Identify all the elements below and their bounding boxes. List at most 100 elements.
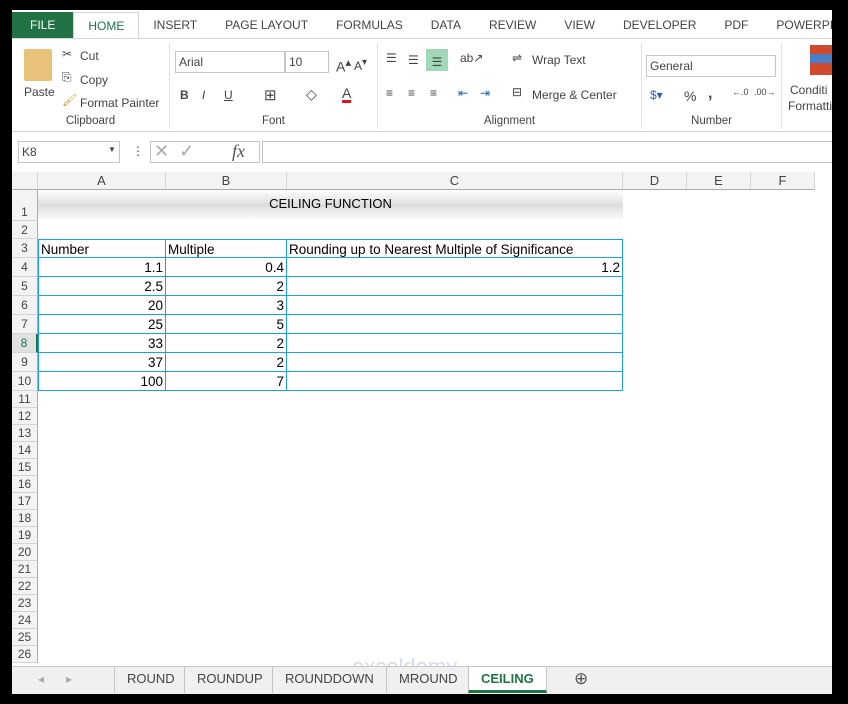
cancel-icon[interactable]: ✕ bbox=[154, 141, 169, 161]
column-header-f[interactable]: F bbox=[751, 172, 815, 190]
tab-review[interactable]: REVIEW bbox=[475, 12, 550, 39]
cut-button[interactable]: Cut bbox=[80, 49, 99, 63]
conditional-formatting-button[interactable]: Conditi bbox=[790, 83, 827, 97]
comma-button[interactable]: , bbox=[708, 85, 712, 103]
merge-center-button[interactable]: Merge & Center bbox=[532, 88, 617, 102]
tab-home[interactable]: HOME bbox=[73, 12, 140, 39]
borders-icon[interactable]: ⊞ bbox=[264, 86, 277, 104]
tab-page-layout[interactable]: PAGE LAYOUT bbox=[211, 12, 322, 39]
middle-align-icon[interactable]: ☰ bbox=[408, 53, 419, 67]
row-header-20[interactable]: 20 bbox=[12, 544, 38, 561]
row-header-21[interactable]: 21 bbox=[12, 561, 38, 578]
row-header-5[interactable]: 5 bbox=[12, 277, 38, 296]
increase-font-icon[interactable]: A▴ bbox=[336, 55, 351, 75]
increase-decimal-icon[interactable]: ←.0 bbox=[732, 87, 749, 97]
font-color-icon[interactable]: A bbox=[342, 86, 352, 103]
data-cell[interactable] bbox=[287, 315, 623, 334]
row-header-8[interactable]: 8 bbox=[12, 334, 38, 353]
name-box-dropdown-icon[interactable]: ▼ bbox=[108, 145, 116, 154]
select-all-button[interactable] bbox=[12, 172, 38, 190]
top-align-icon[interactable]: ☰ bbox=[386, 51, 397, 65]
row-header-2[interactable]: 2 bbox=[12, 221, 38, 239]
enter-icon[interactable]: ✓ bbox=[179, 141, 194, 161]
data-cell[interactable]: 100 bbox=[38, 372, 166, 391]
paste-button[interactable]: Paste bbox=[24, 85, 55, 99]
row-header-26[interactable]: 26 bbox=[12, 646, 38, 663]
conditional-formatting-button-line2[interactable]: Formatti bbox=[788, 99, 832, 113]
row-header-7[interactable]: 7 bbox=[12, 315, 38, 334]
tab-powerpivot[interactable]: POWERPIVOT bbox=[762, 12, 832, 39]
header-cell[interactable]: Rounding up to Nearest Multiple of Signi… bbox=[287, 239, 623, 258]
underline-button[interactable]: U bbox=[224, 88, 233, 102]
row-header-15[interactable]: 15 bbox=[12, 459, 38, 476]
row-header-25[interactable]: 25 bbox=[12, 629, 38, 646]
sheet-tab-roundup[interactable]: ROUNDUP bbox=[184, 667, 275, 693]
row-header-23[interactable]: 23 bbox=[12, 595, 38, 612]
fill-color-icon[interactable]: ◇ bbox=[306, 86, 317, 103]
align-right-icon[interactable]: ≡ bbox=[430, 86, 437, 100]
new-sheet-icon[interactable]: ⊕ bbox=[574, 669, 588, 689]
decrease-decimal-icon[interactable]: .00→ bbox=[754, 87, 776, 97]
tab-formulas[interactable]: FORMULAS bbox=[322, 12, 417, 39]
format-painter-button[interactable]: Format Painter bbox=[80, 96, 159, 110]
decrease-font-icon[interactable]: A▾ bbox=[354, 57, 367, 73]
row-header-14[interactable]: 14 bbox=[12, 442, 38, 459]
sheet-tab-mround[interactable]: MROUND bbox=[386, 667, 470, 693]
data-cell[interactable] bbox=[287, 334, 623, 353]
font-name-select[interactable]: Arial bbox=[175, 51, 285, 73]
increase-indent-icon[interactable]: ⇥ bbox=[480, 86, 490, 100]
number-format-select[interactable]: General bbox=[646, 55, 776, 77]
row-header-1[interactable]: 1 bbox=[12, 190, 38, 221]
insert-function-button[interactable]: fx bbox=[232, 141, 245, 162]
formula-input[interactable] bbox=[262, 141, 832, 163]
data-cell[interactable]: 33 bbox=[38, 334, 166, 353]
tab-view[interactable]: VIEW bbox=[550, 12, 609, 39]
row-header-19[interactable]: 19 bbox=[12, 527, 38, 544]
sheet-tab-ceiling[interactable]: CEILING bbox=[468, 667, 547, 693]
data-cell[interactable] bbox=[287, 277, 623, 296]
paste-icon[interactable] bbox=[24, 49, 52, 81]
data-cell[interactable]: 2 bbox=[166, 334, 287, 353]
data-cell[interactable]: 7 bbox=[166, 372, 287, 391]
sheet-tab-round[interactable]: ROUND bbox=[114, 667, 187, 693]
scroll-right-icon[interactable]: ▸ bbox=[66, 672, 72, 686]
align-left-icon[interactable]: ≡ bbox=[386, 86, 393, 100]
tab-developer[interactable]: DEVELOPER bbox=[609, 12, 710, 39]
title-cell[interactable]: CEILING FUNCTION bbox=[38, 190, 623, 221]
bottom-align-icon[interactable]: ☰ bbox=[426, 49, 448, 71]
data-cell[interactable]: 2 bbox=[166, 277, 287, 296]
column-header-c[interactable]: C bbox=[287, 172, 623, 190]
row-header-18[interactable]: 18 bbox=[12, 510, 38, 527]
sheet-tab-rounddown[interactable]: ROUNDDOWN bbox=[272, 667, 386, 693]
column-header-e[interactable]: E bbox=[687, 172, 751, 190]
row-header-24[interactable]: 24 bbox=[12, 612, 38, 629]
scroll-left-icon[interactable]: ◂ bbox=[38, 672, 44, 686]
row-header-3[interactable]: 3 bbox=[12, 239, 38, 258]
percent-button[interactable]: % bbox=[684, 88, 696, 104]
data-cell[interactable] bbox=[287, 372, 623, 391]
bold-button[interactable]: B bbox=[180, 88, 189, 102]
data-cell[interactable]: 1.2 bbox=[287, 258, 623, 277]
name-box[interactable]: K8 bbox=[18, 141, 120, 163]
tab-insert[interactable]: INSERT bbox=[139, 12, 211, 39]
row-header-10[interactable]: 10 bbox=[12, 372, 38, 391]
data-cell[interactable]: 2.5 bbox=[38, 277, 166, 296]
column-header-a[interactable]: A bbox=[38, 172, 166, 190]
data-cell[interactable] bbox=[287, 296, 623, 315]
copy-button[interactable]: Copy bbox=[80, 73, 108, 87]
italic-button[interactable]: I bbox=[202, 88, 205, 102]
orientation-icon[interactable]: ab↗ bbox=[460, 51, 483, 65]
tab-file[interactable]: FILE bbox=[12, 12, 74, 39]
tab-data[interactable]: DATA bbox=[417, 12, 475, 39]
data-cell[interactable]: 25 bbox=[38, 315, 166, 334]
row-header-6[interactable]: 6 bbox=[12, 296, 38, 315]
row-header-9[interactable]: 9 bbox=[12, 353, 38, 372]
row-header-13[interactable]: 13 bbox=[12, 425, 38, 442]
column-header-d[interactable]: D bbox=[623, 172, 687, 190]
tab-pdf[interactable]: PDF bbox=[710, 12, 762, 39]
data-cell[interactable]: 3 bbox=[166, 296, 287, 315]
data-cell[interactable]: 37 bbox=[38, 353, 166, 372]
column-header-b[interactable]: B bbox=[166, 172, 287, 190]
row-header-16[interactable]: 16 bbox=[12, 476, 38, 493]
header-cell[interactable]: Multiple bbox=[166, 239, 287, 258]
